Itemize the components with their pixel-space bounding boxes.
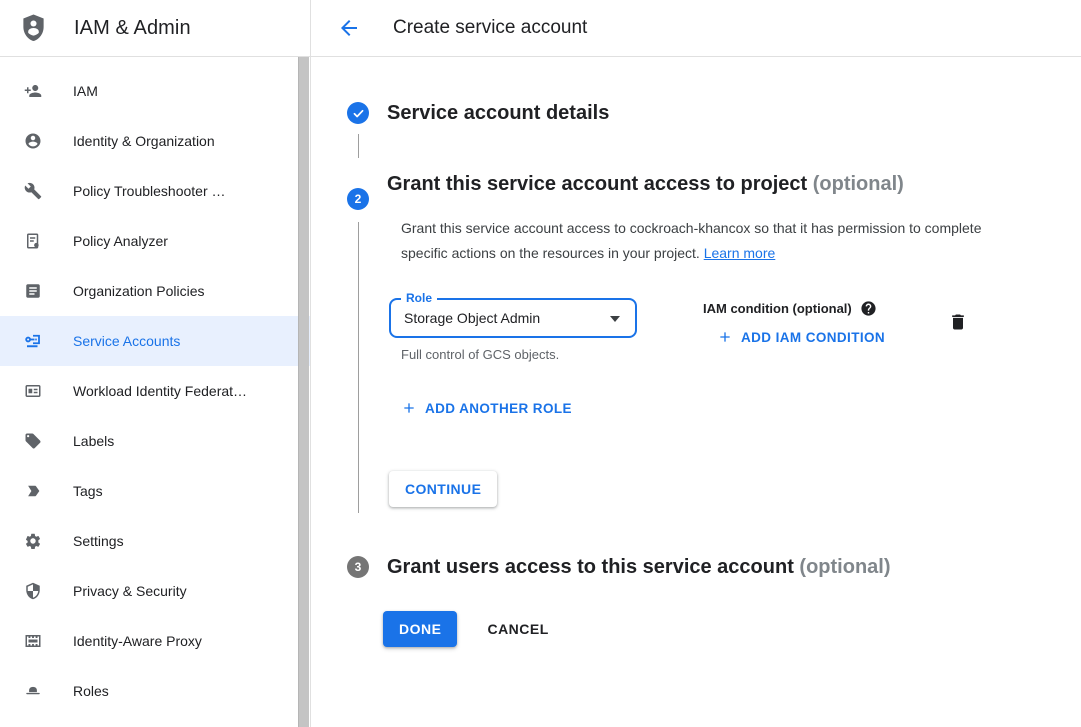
- sidebar-item-identity-aware-proxy[interactable]: Identity-Aware Proxy: [0, 616, 310, 666]
- iam-condition-label: IAM condition (optional): [703, 301, 852, 316]
- plus-icon: [717, 329, 733, 345]
- sidebar-item-identity-organization[interactable]: Identity & Organization: [0, 116, 310, 166]
- add-iam-condition-button[interactable]: ADD IAM CONDITION: [717, 329, 885, 345]
- step-1-check-icon: [347, 102, 369, 124]
- add-another-role-label: ADD ANOTHER ROLE: [425, 401, 572, 416]
- step-connector: [358, 134, 359, 158]
- role-field-label: Role: [401, 291, 437, 305]
- wrench-icon: [24, 182, 42, 200]
- tag-icon: [24, 482, 42, 500]
- document-icon: [24, 282, 42, 300]
- person-add-icon: [24, 82, 42, 100]
- sidebar-item-label: Workload Identity Federat…: [73, 383, 247, 399]
- proxy-icon: [24, 632, 42, 650]
- sidebar-item-label: Roles: [73, 683, 109, 699]
- step-3-marker-col: 3: [347, 556, 369, 578]
- sidebar-item-iam[interactable]: IAM: [0, 66, 310, 116]
- sidebar-scrollbar[interactable]: [298, 57, 309, 727]
- role-helper-text: Full control of GCS objects.: [401, 347, 637, 362]
- sidebar-item-label: Organization Policies: [73, 283, 205, 299]
- step-3-title-text: Grant users access to this service accou…: [387, 556, 794, 578]
- cancel-button[interactable]: CANCEL: [487, 621, 548, 637]
- step-3-optional-label: (optional): [799, 556, 890, 578]
- role-row: Role Storage Object Admin Full control o…: [389, 298, 1081, 362]
- sidebar-item-policy-troubleshooter[interactable]: Policy Troubleshooter …: [0, 166, 310, 216]
- sidebar-item-service-accounts[interactable]: Service Accounts: [0, 316, 310, 366]
- step-2-title: Grant this service account access to pro…: [387, 170, 907, 199]
- sidebar-item-label: Privacy & Security: [73, 583, 187, 599]
- delete-role-trash-icon[interactable]: [947, 311, 969, 335]
- step-1-marker-col: [347, 102, 369, 158]
- sidebar-item-organization-policies[interactable]: Organization Policies: [0, 266, 310, 316]
- sidebar: IAM & Admin IAM Identity & Organization …: [0, 0, 311, 727]
- sidebar-item-label: Settings: [73, 533, 124, 549]
- iam-condition-col: IAM condition (optional) ADD IAM CONDITI…: [703, 298, 885, 345]
- step-connector: [358, 222, 359, 513]
- hat-icon: [24, 682, 42, 700]
- form-actions: DONE CANCEL: [383, 611, 1081, 647]
- step-3-grant-users-access[interactable]: 3 Grant users access to this service acc…: [347, 553, 1081, 581]
- plus-icon: [401, 400, 417, 416]
- step-1-title: Service account details: [387, 102, 609, 158]
- sidebar-item-policy-analyzer[interactable]: Policy Analyzer: [0, 216, 310, 266]
- page-title: Create service account: [393, 17, 587, 39]
- id-card-icon: [24, 382, 42, 400]
- iam-shield-logo-icon: [20, 13, 47, 43]
- role-select[interactable]: Role Storage Object Admin: [389, 298, 637, 338]
- sidebar-item-label: Tags: [73, 483, 103, 499]
- sidebar-item-workload-identity-federation[interactable]: Workload Identity Federat…: [0, 366, 310, 416]
- role-field-wrap: Role Storage Object Admin Full control o…: [389, 298, 637, 362]
- add-another-role-button[interactable]: ADD ANOTHER ROLE: [401, 400, 572, 416]
- step-1-service-account-details[interactable]: Service account details: [347, 102, 1081, 158]
- sidebar-item-label: Service Accounts: [73, 333, 180, 349]
- page-header: Create service account: [311, 0, 1081, 57]
- sidebar-item-label: Policy Troubleshooter …: [73, 183, 226, 199]
- step-2-marker-col: 2: [347, 170, 369, 531]
- add-iam-condition-label: ADD IAM CONDITION: [741, 330, 885, 345]
- app-window: IAM & Admin IAM Identity & Organization …: [0, 0, 1081, 727]
- label-icon: [24, 432, 42, 450]
- gear-icon: [24, 532, 42, 550]
- main-panel: Create service account Service account d…: [311, 0, 1081, 727]
- service-account-key-icon: [24, 332, 42, 350]
- sidebar-item-label: Policy Analyzer: [73, 233, 168, 249]
- step-2-description-text: Grant this service account access to coc…: [401, 220, 982, 261]
- sidebar-item-label: Labels: [73, 433, 114, 449]
- app-title: IAM & Admin: [74, 17, 191, 40]
- sidebar-item-label: Identity & Organization: [73, 133, 215, 149]
- step-2-content: Grant this service account access to pro…: [387, 170, 1081, 531]
- done-button[interactable]: DONE: [383, 611, 457, 647]
- sidebar-item-label: Identity-Aware Proxy: [73, 633, 202, 649]
- policy-analyzer-icon: [24, 232, 42, 250]
- help-icon[interactable]: [860, 300, 877, 317]
- sidebar-header: IAM & Admin: [0, 0, 310, 57]
- sidebar-item-settings[interactable]: Settings: [0, 516, 310, 566]
- sidebar-item-privacy-security[interactable]: Privacy & Security: [0, 566, 310, 616]
- sidebar-item-label: IAM: [73, 83, 98, 99]
- sidebar-nav: IAM Identity & Organization Policy Troub…: [0, 57, 310, 716]
- step-2-optional-label: (optional): [813, 173, 904, 195]
- sidebar-item-labels[interactable]: Labels: [0, 416, 310, 466]
- wizard: Service account details 2 Grant this ser…: [311, 57, 1081, 727]
- dropdown-caret-icon: [610, 316, 620, 322]
- sidebar-item-roles[interactable]: Roles: [0, 666, 310, 716]
- continue-button[interactable]: CONTINUE: [389, 471, 497, 507]
- back-arrow-icon[interactable]: [337, 16, 361, 40]
- iam-condition-label-row: IAM condition (optional): [703, 300, 885, 317]
- learn-more-link[interactable]: Learn more: [704, 245, 776, 261]
- sidebar-item-tags[interactable]: Tags: [0, 466, 310, 516]
- step-2-description: Grant this service account access to coc…: [401, 216, 986, 266]
- role-selected-value: Storage Object Admin: [404, 310, 540, 326]
- shield-half-icon: [24, 582, 42, 600]
- step-2-title-text: Grant this service account access to pro…: [387, 173, 807, 195]
- account-circle-icon: [24, 132, 42, 150]
- step-2-grant-access: 2 Grant this service account access to p…: [347, 170, 1081, 531]
- step-3-title: Grant users access to this service accou…: [387, 553, 891, 581]
- step-2-number-badge: 2: [347, 188, 369, 210]
- step-3-number-badge: 3: [347, 556, 369, 578]
